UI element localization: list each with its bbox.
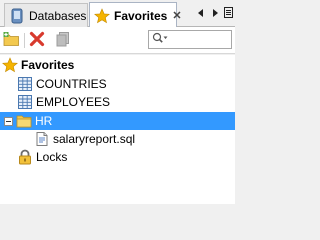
tree-item-label: EMPLOYEES [36, 95, 111, 109]
tree-item-hr[interactable]: HR [0, 112, 235, 130]
table-icon [17, 76, 33, 92]
tree-item-label: Locks [36, 150, 68, 164]
delete-icon [29, 31, 45, 50]
database-icon [9, 8, 25, 24]
tab-favorites[interactable]: Favorites ✕ [89, 2, 182, 28]
favorites-tree: Favorites COUNTRIES EMPLOYEES HR salaryr… [0, 55, 235, 204]
tab-databases-label: Databases [29, 9, 87, 23]
toolbar-separator [24, 33, 25, 48]
copy-button[interactable] [53, 30, 73, 50]
tree-item-locks[interactable]: Locks [0, 148, 235, 166]
tab-strip: Databases Favorites ✕ [0, 0, 235, 28]
lock-icon [17, 149, 33, 165]
tab-databases[interactable]: Databases [4, 3, 88, 28]
tree-item-salaryreport[interactable]: salaryreport.sql [0, 130, 235, 148]
tree-item-employees[interactable]: EMPLOYEES [0, 93, 235, 111]
new-folder-button[interactable] [2, 30, 22, 50]
search-box[interactable] [148, 30, 232, 49]
star-icon [2, 57, 18, 73]
collapse-icon[interactable] [2, 113, 14, 129]
tree-item-label: HR [35, 114, 53, 128]
new-folder-icon [3, 31, 21, 50]
folder-icon [16, 113, 32, 129]
tree-root-label: Favorites [21, 58, 75, 72]
scroll-right-icon[interactable] [210, 7, 219, 18]
search-input[interactable] [171, 32, 226, 47]
scroll-left-icon[interactable] [196, 7, 205, 18]
tree-root-favorites[interactable]: Favorites [0, 56, 235, 74]
delete-button[interactable] [27, 30, 47, 50]
tree-item-label: COUNTRIES [36, 77, 107, 91]
star-icon [94, 7, 110, 24]
copy-icon [55, 31, 71, 50]
close-tab-icon[interactable]: ✕ [172, 9, 181, 22]
favorites-toolbar [0, 27, 235, 54]
table-icon [17, 94, 33, 110]
tab-list-menu-icon[interactable] [224, 7, 233, 18]
tree-item-label: salaryreport.sql [53, 132, 136, 146]
sql-file-icon [34, 131, 50, 147]
search-icon [152, 32, 168, 47]
tree-item-countries[interactable]: COUNTRIES [0, 75, 235, 93]
tab-favorites-label: Favorites [114, 8, 168, 23]
tab-navigation [196, 7, 233, 18]
